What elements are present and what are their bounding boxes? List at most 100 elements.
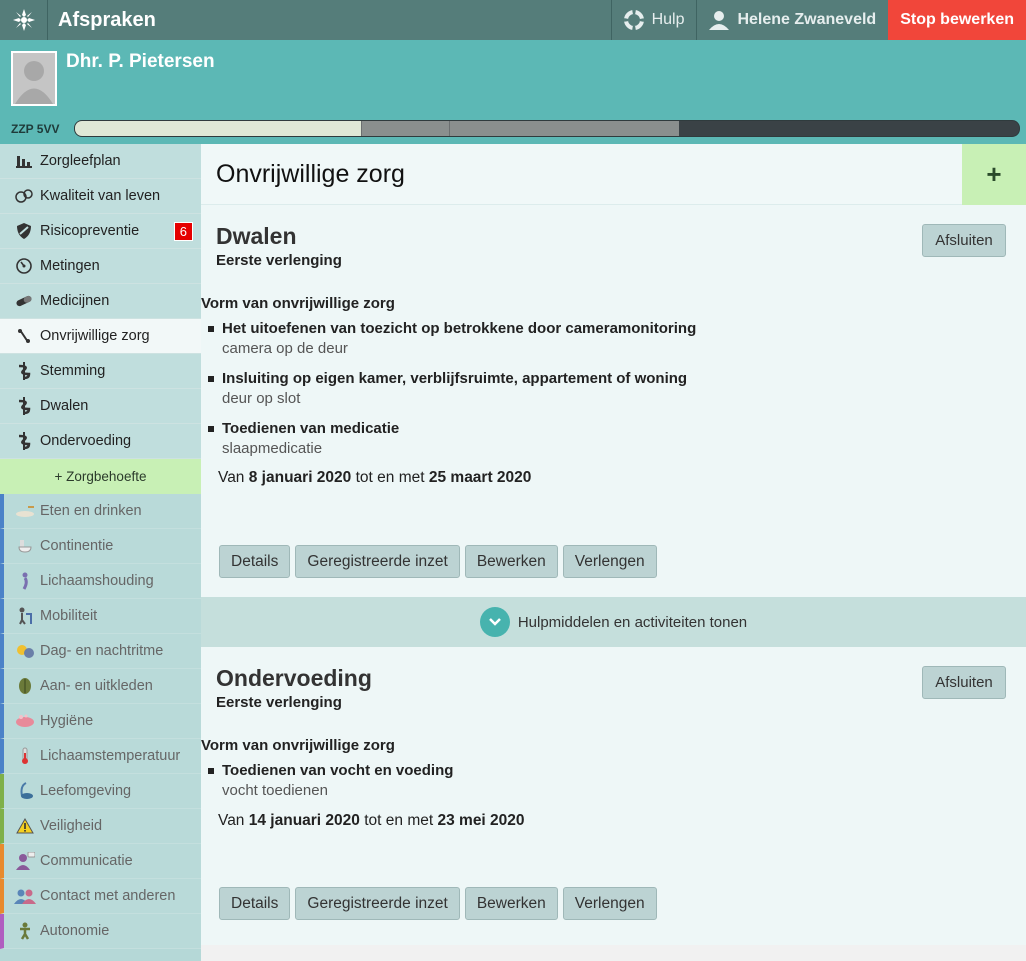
caduceus-icon [14, 397, 34, 415]
sidebar-item-label: Kwaliteit van leven [40, 188, 161, 204]
caduceus-icon [14, 432, 34, 450]
details-button[interactable]: Details [219, 887, 291, 920]
sidebar-item-label: Zorgleefplan [40, 153, 121, 169]
need-item-aan-en-uitkleden[interactable]: Aan- en uitkleden [0, 669, 201, 704]
need-item-eten-en-drinken[interactable]: Eten en drinken [0, 494, 201, 529]
list-item: Toedienen van vocht en voeding vocht toe… [208, 762, 453, 799]
bar-chart-icon [14, 152, 34, 170]
risk-count-badge: 6 [173, 221, 193, 241]
sidebar-item-dwalen[interactable]: Dwalen [0, 389, 201, 424]
thermometer-icon [14, 747, 36, 765]
need-item-mobiliteit[interactable]: Mobiliteit [0, 599, 201, 634]
action-buttons: Details Geregistreerde inzet Bewerken Ve… [219, 887, 657, 920]
sidebar-item-ondervoeding[interactable]: Ondervoeding [0, 424, 201, 459]
main-content: Onvrijwillige zorg + Dwalen Eerste verle… [201, 144, 1026, 945]
need-item-label: Veiligheid [40, 818, 103, 834]
period-text: Van 14 januari 2020 tot en met 23 mei 20… [218, 812, 525, 829]
need-item-label: Lichaamshouding [40, 573, 154, 589]
details-button[interactable]: Details [219, 545, 291, 578]
sidebar-item-label: Medicijnen [40, 293, 110, 309]
sidebar-item-metingen[interactable]: Metingen [0, 249, 201, 284]
sidebar-item-label: Risicopreventie [40, 223, 140, 239]
need-item-lichaamshouding[interactable]: Lichaamshouding [0, 564, 201, 599]
stop-editing-button[interactable]: Stop bewerken [888, 0, 1026, 40]
toggle-aids-activities[interactable]: Hulpmiddelen en activiteiten tonen [201, 597, 1026, 647]
list-item: Toedienen van medicatie slaapmedicatie [208, 420, 399, 457]
soap-icon [14, 712, 36, 730]
user-menu[interactable]: Helene Zwaneveld [696, 0, 888, 40]
page-header: Onvrijwillige zorg + [201, 144, 1026, 205]
top-bar: Afspraken Hulp Helene Zwaneveld Stop bew… [0, 0, 1026, 40]
card-subtitle: Eerste verlenging [216, 252, 342, 269]
need-item-veiligheid[interactable]: Veiligheid [0, 809, 201, 844]
sidebar-item-label: Ondervoeding [40, 433, 132, 449]
page-title: Onvrijwillige zorg [216, 159, 405, 188]
sidebar-item-onvrijwillige-zorg[interactable]: Onvrijwillige zorg [0, 319, 201, 354]
need-item-contact-met-anderen[interactable]: Contact met anderen [0, 879, 201, 914]
section-label: Vorm van onvrijwillige zorg [201, 737, 395, 754]
person-icon [14, 922, 36, 940]
sidebar-item-zorgleefplan[interactable]: Zorgleefplan [0, 144, 201, 179]
need-item-leefomgeving[interactable]: Leefomgeving [0, 774, 201, 809]
need-item-label: Mobiliteit [40, 608, 98, 624]
end-date: 23 mei 2020 [437, 812, 525, 829]
item-description: slaapmedicatie [222, 440, 323, 457]
plate-icon [14, 502, 36, 520]
need-item-continentie[interactable]: Continentie [0, 529, 201, 564]
need-item-label: Lichaamstemperatuur [40, 748, 181, 764]
item-description: deur op slot [222, 390, 301, 407]
need-item-lichaamstemperatuur[interactable]: Lichaamstemperatuur [0, 739, 201, 774]
need-item-communicatie[interactable]: Communicatie [0, 844, 201, 879]
sidebar-item-kwaliteit-van-leven[interactable]: Kwaliteit van leven [0, 179, 201, 214]
item-description: camera op de deur [222, 340, 348, 357]
progress-segment-1 [75, 121, 361, 136]
faces-icon [14, 187, 34, 205]
need-item-label: Autonomie [40, 923, 110, 939]
caduceus-icon [14, 362, 34, 380]
item-title: Toedienen van medicatie [222, 420, 400, 437]
close-button[interactable]: Afsluiten [922, 224, 1006, 257]
close-button[interactable]: Afsluiten [922, 666, 1006, 699]
need-item-autonomie[interactable]: Autonomie [0, 914, 201, 949]
progress-segment-3 [449, 121, 679, 136]
sidebar-item-risicopreventie[interactable]: Risicopreventie 6 [0, 214, 201, 249]
need-item-label: Leefomgeving [40, 783, 132, 799]
sidebar: Zorgleefplan Kwaliteit van leven Risicop… [0, 144, 201, 961]
edit-button[interactable]: Bewerken [464, 545, 558, 578]
restraint-icon [14, 327, 34, 345]
list-item: Insluiting op eigen kamer, verblijfsruim… [208, 370, 687, 407]
sidebar-item-medicijnen[interactable]: Medicijnen [0, 284, 201, 319]
avatar [11, 51, 57, 106]
add-care-need-button[interactable]: + Zorgbehoefte [0, 459, 201, 494]
speaking-person-icon [14, 852, 36, 870]
sidebar-item-stemming[interactable]: Stemming [0, 354, 201, 389]
help-label: Hulp [651, 11, 685, 28]
extend-button[interactable]: Verlengen [562, 545, 657, 578]
card-title: Dwalen [216, 223, 297, 249]
registered-use-button[interactable]: Geregistreerde inzet [295, 887, 460, 920]
section-label: Vorm van onvrijwillige zorg [201, 295, 395, 312]
registered-use-button[interactable]: Geregistreerde inzet [295, 545, 460, 578]
need-item-label: Eten en drinken [40, 503, 142, 519]
app-logo-icon[interactable] [0, 0, 48, 40]
need-item-dag-en-nachtritme[interactable]: Dag- en nachtritme [0, 634, 201, 669]
sidebar-item-label: Stemming [40, 363, 106, 379]
need-item-hygiene[interactable]: Hygiëne [0, 704, 201, 739]
item-description: vocht toedienen [222, 782, 328, 799]
posture-icon [14, 572, 36, 590]
sidebar-item-label: Onvrijwillige zorg [40, 328, 150, 344]
edit-button[interactable]: Bewerken [464, 887, 558, 920]
user-name: Helene Zwaneveld [737, 11, 877, 28]
walker-icon [14, 607, 36, 625]
help-button[interactable]: Hulp [610, 0, 697, 40]
start-date: 8 januari 2020 [248, 469, 352, 486]
extend-button[interactable]: Verlengen [562, 887, 657, 920]
toggle-label: Hulpmiddelen en activiteiten tonen [517, 613, 748, 631]
card-subtitle: Eerste verlenging [216, 694, 342, 711]
card-title: Ondervoeding [216, 665, 372, 691]
add-button[interactable]: + [962, 144, 1026, 205]
gauge-icon [14, 257, 34, 275]
clothes-icon [14, 677, 36, 695]
user-icon [709, 10, 730, 30]
progress-segment-2 [361, 121, 449, 136]
